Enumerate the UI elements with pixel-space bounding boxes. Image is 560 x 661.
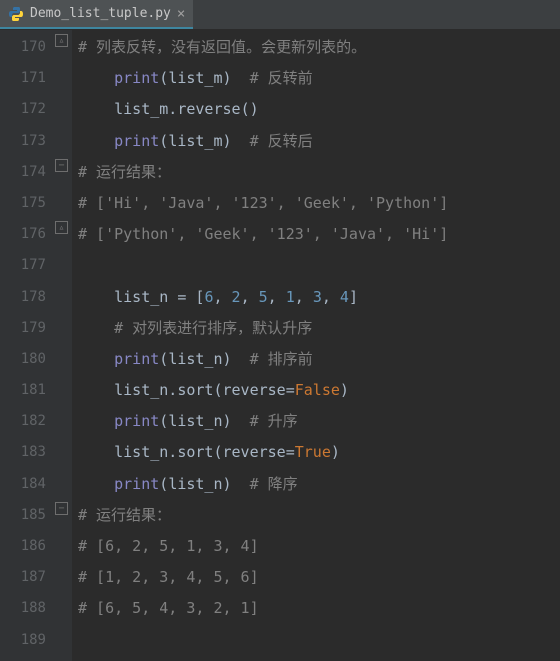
line-number: 189	[6, 625, 46, 656]
line-number: 178	[6, 282, 46, 313]
line-number: 179	[6, 313, 46, 344]
line-number: 186	[6, 531, 46, 562]
line-number: 176	[6, 219, 46, 250]
code-line[interactable]: # [6, 5, 4, 3, 2, 1]	[78, 593, 560, 624]
code-line[interactable]: # [6, 2, 5, 1, 3, 4]	[78, 531, 560, 562]
code-line[interactable]: # ['Python', 'Geek', '123', 'Java', 'Hi'…	[78, 219, 560, 250]
code-line[interactable]: print(list_n) # 排序前	[78, 344, 560, 375]
code-line[interactable]: # 列表反转，没有返回值。会更新列表的。	[78, 32, 560, 63]
line-number: 171	[6, 63, 46, 94]
line-number: 188	[6, 593, 46, 624]
line-number: 175	[6, 188, 46, 219]
fold-collapse-icon[interactable]: −	[55, 502, 68, 515]
fold-column: ▵ − ▵ −	[58, 30, 72, 661]
code-line[interactable]: print(list_m) # 反转前	[78, 63, 560, 94]
code-line[interactable]: list_n.sort(reverse=False)	[78, 375, 560, 406]
line-number: 173	[6, 126, 46, 157]
code-line[interactable]: print(list_n) # 降序	[78, 469, 560, 500]
code-line[interactable]: list_m.reverse()	[78, 94, 560, 125]
code-line[interactable]	[78, 250, 560, 281]
line-number-gutter: 1701711721731741751761771781791801811821…	[0, 30, 58, 661]
code-line[interactable]: # ['Hi', 'Java', '123', 'Geek', 'Python'…	[78, 188, 560, 219]
fold-end-icon: ▵	[55, 34, 68, 47]
code-editor[interactable]: 1701711721731741751761771781791801811821…	[0, 30, 560, 661]
line-number: 182	[6, 406, 46, 437]
python-file-icon	[8, 6, 24, 22]
line-number: 184	[6, 469, 46, 500]
code-line[interactable]: list_n.sort(reverse=True)	[78, 437, 560, 468]
tab-demo-list-tuple[interactable]: Demo_list_tuple.py ×	[0, 0, 193, 29]
line-number: 185	[6, 500, 46, 531]
line-number: 177	[6, 250, 46, 281]
line-number: 174	[6, 157, 46, 188]
code-line[interactable]: list_n = [6, 2, 5, 1, 3, 4]	[78, 282, 560, 313]
code-area[interactable]: # 列表反转，没有返回值。会更新列表的。 print(list_m) # 反转前…	[72, 30, 560, 661]
tab-bar: Demo_list_tuple.py ×	[0, 0, 560, 30]
fold-collapse-icon[interactable]: −	[55, 159, 68, 172]
tab-label: Demo_list_tuple.py	[30, 6, 171, 21]
code-line[interactable]: # [1, 2, 3, 4, 5, 6]	[78, 562, 560, 593]
code-line[interactable]: # 运行结果：	[78, 157, 560, 188]
line-number: 187	[6, 562, 46, 593]
fold-end-icon: ▵	[55, 221, 68, 234]
code-line[interactable]: print(list_m) # 反转后	[78, 126, 560, 157]
code-line[interactable]: print(list_n) # 升序	[78, 406, 560, 437]
code-line[interactable]: # 运行结果：	[78, 500, 560, 531]
line-number: 172	[6, 94, 46, 125]
close-icon[interactable]: ×	[177, 7, 185, 21]
line-number: 181	[6, 375, 46, 406]
line-number: 170	[6, 32, 46, 63]
line-number: 180	[6, 344, 46, 375]
line-number: 183	[6, 437, 46, 468]
code-line[interactable]	[78, 625, 560, 656]
code-line[interactable]: # 对列表进行排序，默认升序	[78, 313, 560, 344]
